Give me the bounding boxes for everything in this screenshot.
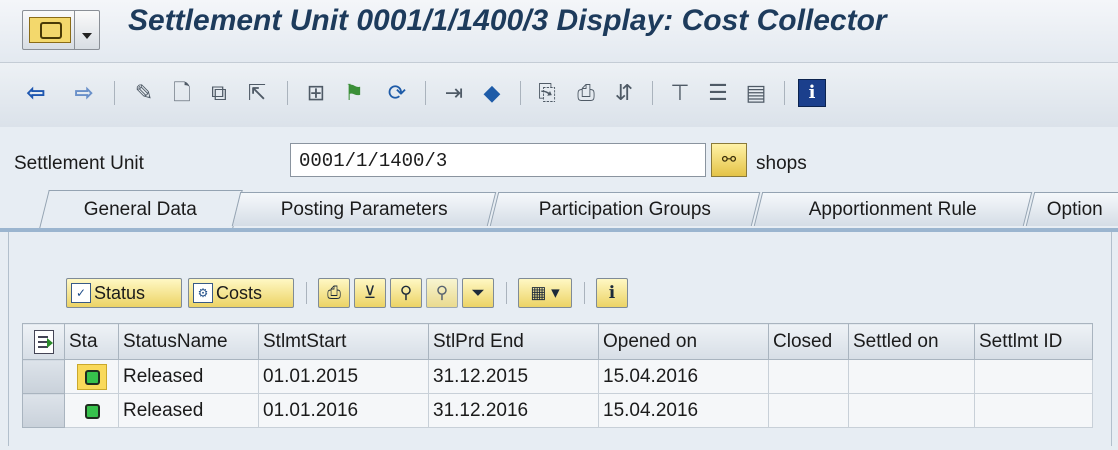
toolbar-separator bbox=[306, 282, 307, 304]
filter-icon[interactable]: ⏷ bbox=[462, 278, 494, 308]
settlement-periods-table: Sta StatusName StlmtStart StlPrd End Ope… bbox=[22, 323, 1093, 428]
list-icon[interactable]: ☰ bbox=[704, 79, 732, 107]
row-selector[interactable] bbox=[22, 359, 65, 394]
toolbar-separator bbox=[652, 81, 653, 105]
table-header-row: Sta StatusName StlmtStart StlPrd End Ope… bbox=[22, 323, 1093, 360]
settlement-unit-field[interactable]: 0001/1/1400/3 bbox=[290, 143, 706, 177]
chevron-down-icon[interactable] bbox=[74, 11, 99, 49]
select-all-icon bbox=[33, 329, 54, 354]
sort-descending-icon[interactable]: ⊻ bbox=[354, 278, 386, 308]
status-light-icon bbox=[77, 398, 107, 424]
toolbar-separator bbox=[506, 282, 507, 304]
flag-icon[interactable]: ⚑ bbox=[340, 79, 368, 107]
application-toolbar: ⇦ ⇨ ✎ 🗋 ⧉ ⇱ ⊞ ⚑ ⟳ ⇥ ◆ ⎘ ⎙ ⇵ ⊤ ☰ ▤ i bbox=[0, 62, 1118, 127]
back-icon[interactable]: ⇦ bbox=[22, 79, 50, 107]
settlement-unit-description: shops bbox=[756, 153, 807, 174]
refresh-icon[interactable]: ⟳ bbox=[383, 79, 411, 107]
column-header-sta[interactable]: Sta bbox=[64, 323, 119, 360]
toolbar-separator bbox=[425, 81, 426, 105]
status-icon: ✓ bbox=[71, 283, 91, 303]
table-row[interactable]: Released 01.01.2016 31.12.2016 15.04.201… bbox=[22, 393, 1093, 428]
status-light-icon bbox=[76, 363, 107, 390]
settlmt-id-cell[interactable] bbox=[974, 393, 1093, 428]
status-button[interactable]: ✓ Status bbox=[66, 278, 182, 308]
print-icon[interactable]: ⎙ bbox=[318, 278, 350, 308]
hierarchy-icon[interactable]: ⊞ bbox=[302, 79, 330, 107]
find-icon[interactable]: ⚲ bbox=[390, 278, 422, 308]
tab-option[interactable]: Option bbox=[1025, 192, 1118, 226]
column-header-stlprd-end[interactable]: StlPrd End bbox=[428, 323, 599, 360]
settlement-unit-label: Settlement Unit bbox=[14, 153, 144, 174]
change-icon[interactable]: ✎ bbox=[130, 79, 158, 107]
column-header-opened-on[interactable]: Opened on bbox=[598, 323, 769, 360]
layout-dropdown-button[interactable]: ▦ ▾ bbox=[518, 278, 572, 308]
toolbar-separator bbox=[584, 282, 585, 304]
column-header-statusname[interactable]: StatusName bbox=[118, 323, 259, 360]
display-linkage-icon[interactable]: ⚯ bbox=[711, 143, 747, 177]
toolbar-separator bbox=[784, 81, 785, 105]
object-icon[interactable]: ◆ bbox=[478, 79, 506, 107]
system-menu-button[interactable] bbox=[22, 10, 100, 50]
status-cell[interactable] bbox=[64, 393, 119, 428]
column-header-closed[interactable]: Closed bbox=[768, 323, 849, 360]
settled-on-cell[interactable] bbox=[848, 359, 975, 394]
column-header-stlmtstart[interactable]: StlmtStart bbox=[258, 323, 429, 360]
end-cell[interactable]: 31.12.2016 bbox=[428, 393, 599, 428]
status-cell[interactable] bbox=[64, 359, 119, 394]
opened-on-cell[interactable]: 15.04.2016 bbox=[598, 393, 769, 428]
settlmt-id-cell[interactable] bbox=[974, 359, 1093, 394]
tab-posting-parameters[interactable]: Posting Parameters bbox=[231, 192, 497, 226]
opened-on-cell[interactable]: 15.04.2016 bbox=[598, 359, 769, 394]
forward-icon[interactable]: ⇨ bbox=[70, 79, 98, 107]
tab-participation-groups[interactable]: Participation Groups bbox=[489, 192, 761, 226]
toolbar-separator bbox=[287, 81, 288, 105]
costs-icon: ⚙ bbox=[193, 283, 213, 303]
structure-icon[interactable]: ⊤ bbox=[666, 79, 694, 107]
info-icon[interactable]: ℹ bbox=[596, 278, 628, 308]
status-name-cell[interactable]: Released bbox=[118, 359, 259, 394]
tab-general-data[interactable]: General Data bbox=[39, 190, 243, 228]
export-icon[interactable]: ⇱ bbox=[243, 79, 271, 107]
create-icon[interactable]: 🗋 bbox=[168, 79, 196, 107]
select-all-button[interactable] bbox=[22, 323, 65, 360]
table-row[interactable]: Released 01.01.2015 31.12.2015 15.04.201… bbox=[22, 359, 1093, 394]
closed-cell[interactable] bbox=[768, 359, 849, 394]
title-bar: Settlement Unit 0001/1/1400/3 Display: C… bbox=[0, 0, 1118, 62]
column-header-settlmt-id[interactable]: Settlmt ID bbox=[974, 323, 1093, 360]
tab-strip: General Data Posting Parameters Particip… bbox=[0, 188, 1118, 228]
end-cell[interactable]: 31.12.2015 bbox=[428, 359, 599, 394]
find-next-icon[interactable]: ⚲ bbox=[426, 278, 458, 308]
sap-system-menu-icon bbox=[29, 17, 71, 43]
row-selector[interactable] bbox=[22, 393, 65, 428]
status-name-cell[interactable]: Released bbox=[118, 393, 259, 428]
start-cell[interactable]: 01.01.2016 bbox=[258, 393, 429, 428]
closed-cell[interactable] bbox=[768, 393, 849, 428]
costs-button[interactable]: ⚙ Costs bbox=[188, 278, 294, 308]
start-cell[interactable]: 01.01.2015 bbox=[258, 359, 429, 394]
tab-apportionment-rule[interactable]: Apportionment Rule bbox=[753, 192, 1033, 226]
print-icon[interactable]: ⎙ bbox=[572, 79, 600, 107]
layout-icon[interactable]: ▤ bbox=[742, 79, 770, 107]
column-header-settled-on[interactable]: Settled on bbox=[848, 323, 975, 360]
copy-icon[interactable]: ⧉ bbox=[205, 79, 233, 107]
page-title: Settlement Unit 0001/1/1400/3 Display: C… bbox=[128, 4, 887, 37]
goto-icon[interactable]: ⇥ bbox=[440, 79, 468, 107]
sort-icon[interactable]: ⇵ bbox=[610, 79, 638, 107]
info-icon[interactable]: i bbox=[798, 79, 826, 107]
settled-on-cell[interactable] bbox=[848, 393, 975, 428]
toolbar-separator bbox=[114, 81, 115, 105]
toolbar-separator bbox=[520, 81, 521, 105]
documents-icon[interactable]: ⎘ bbox=[533, 79, 561, 107]
